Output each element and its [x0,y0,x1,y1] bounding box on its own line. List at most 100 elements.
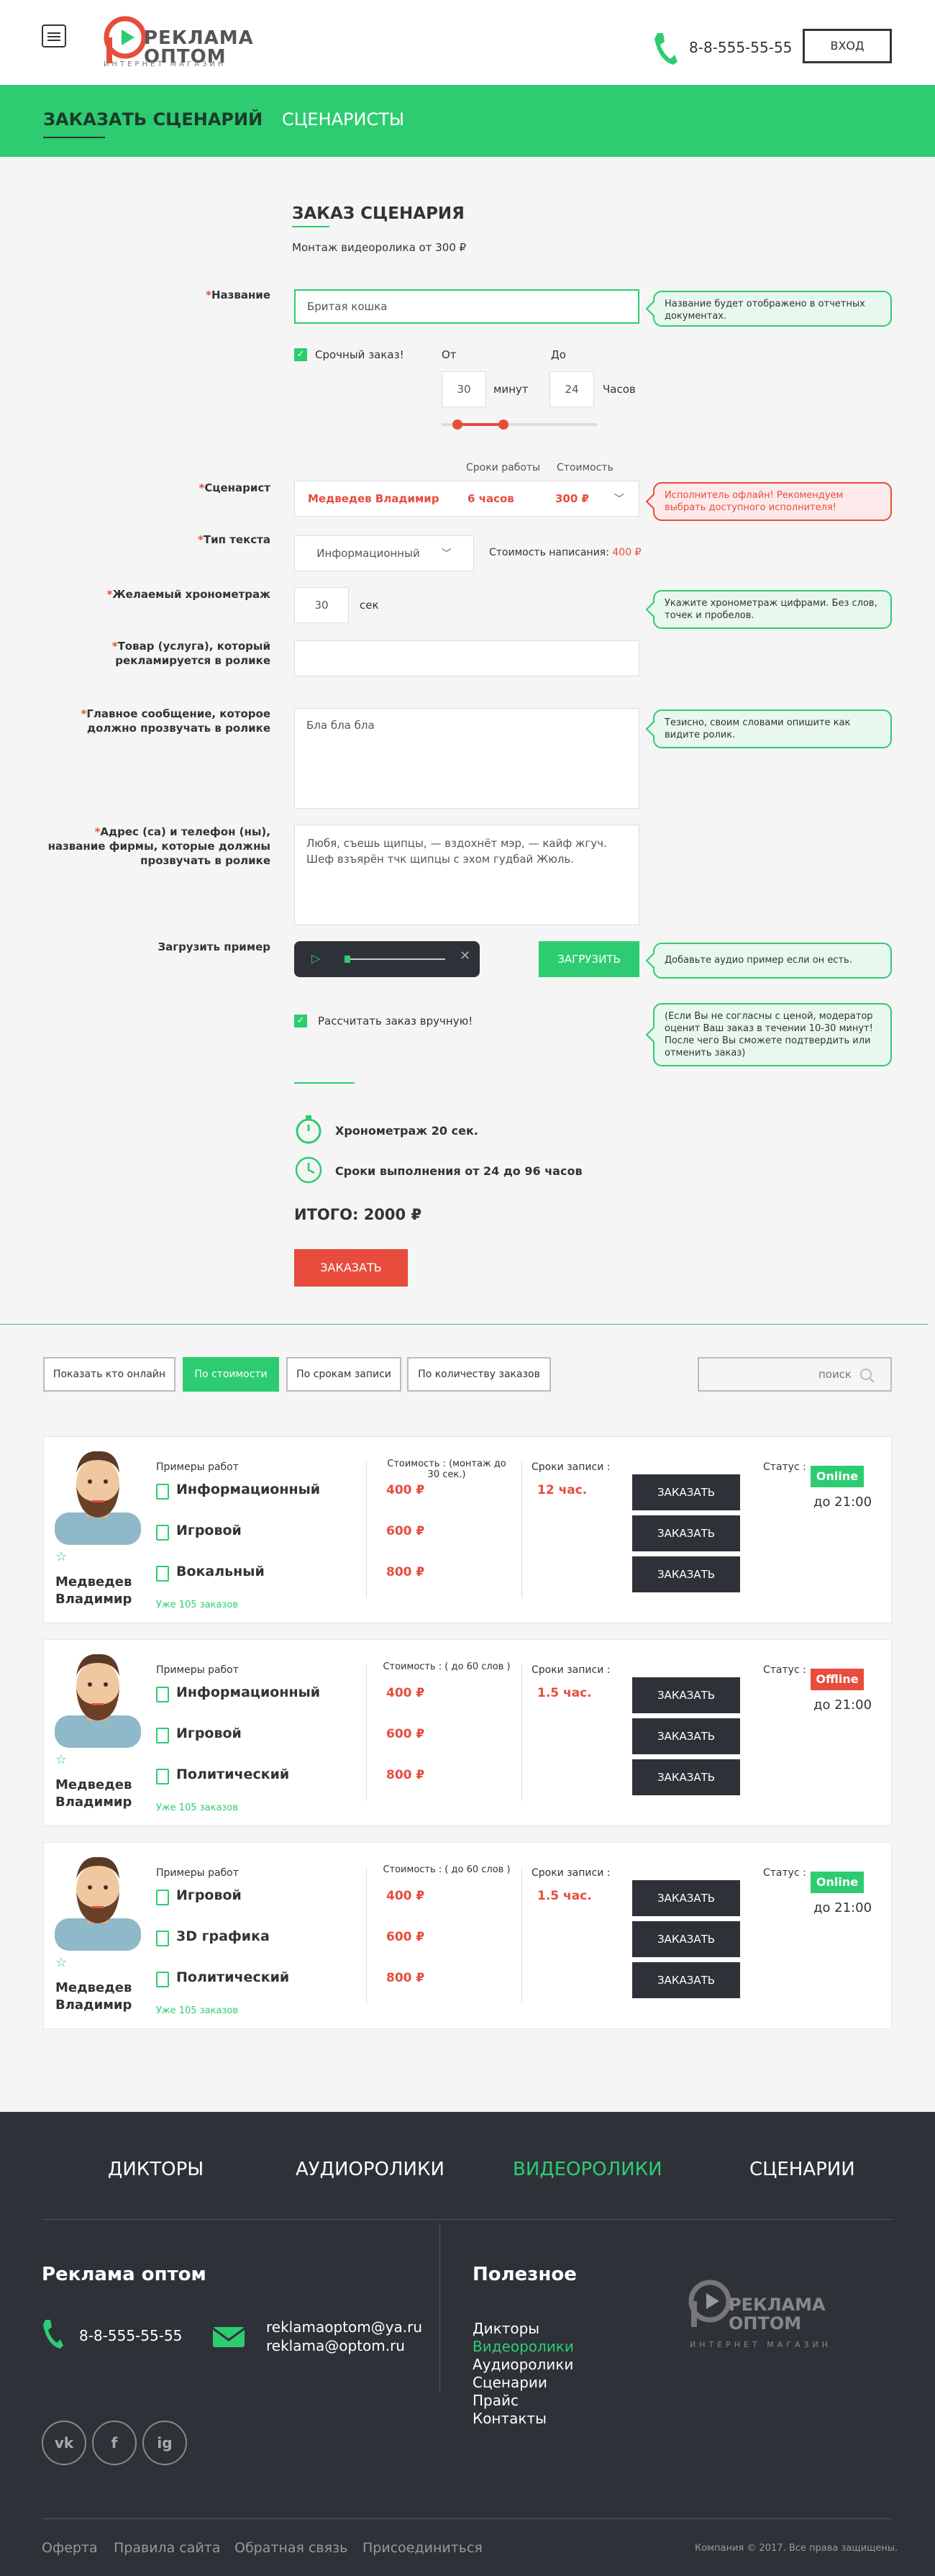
example-item[interactable]: Информационный [156,1482,320,1500]
total: ИТОГО: 2000 ₽ [294,1206,422,1223]
star-icon[interactable]: ☆ [55,1955,67,1970]
footer-nav-scripts[interactable]: СЦЕНАРИИ [749,2159,855,2180]
slider-handle-min[interactable] [452,419,462,430]
status-badge: Online [811,1466,864,1487]
useful-link[interactable]: Дикторы [473,2320,574,2338]
filter-terms[interactable]: По срокам записи [286,1357,401,1392]
card-order-button[interactable]: ЗАКАЗАТЬ [632,1718,740,1754]
filter-orders[interactable]: По количеству заказов [407,1357,551,1392]
card-order-button[interactable]: ЗАКАЗАТЬ [632,1759,740,1795]
column-divider [366,1461,367,1598]
example-item[interactable]: Игровой [156,1725,242,1743]
star-icon[interactable]: ☆ [55,1752,67,1767]
writer-card: ☆ Медведев Владимир Примеры работ Игровой 40… [43,1842,892,2029]
header-phone[interactable]: 8-8-555-55-55 [689,39,792,56]
facebook-icon[interactable]: f [92,2421,137,2465]
useful-title: Полезное [473,2264,577,2285]
duration-tip: Укажите хронометраж цифрами. Без слов, т… [653,590,892,629]
avatar [55,1451,141,1545]
product-input[interactable] [294,640,639,676]
search-input[interactable] [706,1364,852,1384]
urgent-checkbox[interactable]: ✓ [294,348,307,361]
example-item[interactable]: 3D графика [156,1928,270,1946]
to-input[interactable]: 24 [549,371,594,407]
footer-link-join[interactable]: Присоединиться [362,2540,483,2556]
card-order-button[interactable]: ЗАКАЗАТЬ [632,1556,740,1592]
search-icon[interactable] [859,1367,876,1384]
tab-order-script[interactable]: ЗАКАЗАТЬ СЦЕНАРИЙ [43,109,263,130]
instagram-icon[interactable]: ig [142,2421,187,2465]
menu-icon[interactable] [42,24,66,47]
audio-progress-handle[interactable] [345,956,350,963]
footer-logo-text: РЕКЛАМА ОПТОМ [729,2295,826,2334]
writer-name: Медведев Владимир [55,1980,132,2013]
footer-nav-speakers[interactable]: ДИКТОРЫ [108,2159,204,2180]
login-button[interactable]: ВХОД [803,29,892,63]
play-icon[interactable]: ▷ [311,951,320,965]
example-item[interactable]: Политический [156,1767,289,1784]
audio-player[interactable]: ▷ ✕ [294,941,480,977]
name-tip: Название будет отображено в отчетных док… [653,291,892,327]
footer-nav-audio[interactable]: АУДИОРОЛИКИ [296,2159,444,2180]
message-textarea[interactable]: Бла бла бла [294,708,639,809]
example-item[interactable]: Политический [156,1969,289,1987]
logo[interactable]: РЕКЛАМА ОПТОМ ИНТЕРНЕТ МАГАЗИН [102,10,253,75]
card-order-button[interactable]: ЗАКАЗАТЬ [632,1515,740,1551]
example-item[interactable]: Игровой [156,1887,242,1905]
footer-email-2[interactable]: reklama@optom.ru [266,2337,405,2354]
terms-value: 1.5 час. [537,1889,592,1903]
type-select[interactable]: Информационный ﹀ [294,535,474,571]
order-button[interactable]: ЗАКАЗАТЬ [294,1249,408,1287]
manual-checkbox[interactable]: ✓ [294,1015,307,1028]
footer-nav-video[interactable]: ВИДЕОРОЛИКИ [513,2159,662,2180]
example-item[interactable]: Игровой [156,1523,242,1541]
star-icon[interactable]: ☆ [55,1549,67,1564]
filter-online[interactable]: Показать кто онлайн [43,1357,175,1392]
filter-price[interactable]: По стоимости [183,1357,279,1392]
manual-tip: (Если Вы не согласны с ценой, модератор … [653,1003,892,1066]
slider-handle-max[interactable] [498,419,509,430]
footer-phone[interactable]: 8-8-555-55-55 [79,2327,182,2344]
vk-icon[interactable]: vk [42,2421,86,2465]
search-box[interactable] [698,1357,892,1392]
footer-link-feedback[interactable]: Обратная связь [234,2540,347,2556]
to-label: До [551,348,566,361]
section-divider [0,1324,928,1325]
footer-link-offer[interactable]: Оферта [42,2540,98,2556]
status-label: Статус : [763,1461,806,1473]
writer-select[interactable]: Медведев Владимир 6 часов 300 ₽ ﹀ [294,481,639,517]
card-order-button[interactable]: ЗАКАЗАТЬ [632,1880,740,1916]
audio-progress[interactable] [345,958,445,960]
examples-label: Примеры работ [156,1664,239,1676]
chevron-down-icon: ﹀ [614,494,624,505]
column-divider [521,1867,522,2004]
from-input[interactable]: 30 [442,371,486,407]
duration-input[interactable]: 30 [294,587,349,623]
phone-icon [653,32,678,71]
useful-link[interactable]: Контакты [473,2410,574,2428]
summary-terms: Сроки выполнения от 24 до 96 часов [335,1164,583,1178]
tab-writers[interactable]: СЦЕНАРИСТЫ [282,109,404,130]
useful-link[interactable]: Сценарии [473,2374,574,2392]
time-slider[interactable] [442,419,597,430]
name-input[interactable]: Бритая кошка [294,289,639,324]
card-order-button[interactable]: ЗАКАЗАТЬ [632,1474,740,1510]
column-divider [521,1664,522,1801]
footer-email-1[interactable]: reklamaoptom@ya.ru [266,2318,422,2336]
footer-link-rules[interactable]: Правила сайта [114,2540,221,2556]
close-icon[interactable]: ✕ [460,948,470,963]
useful-link[interactable]: Прайс [473,2392,574,2410]
card-order-button[interactable]: ЗАКАЗАТЬ [632,1962,740,1998]
example-item[interactable]: Информационный [156,1684,320,1702]
card-order-button[interactable]: ЗАКАЗАТЬ [632,1677,740,1713]
example-item[interactable]: Вокальный [156,1564,265,1582]
useful-link[interactable]: Видеоролики [473,2338,574,2356]
address-textarea[interactable]: Любя, съешь щипцы, — вздохнёт мэр, — кай… [294,825,639,925]
orders-count: Уже 105 заказов [156,2005,238,2016]
card-order-button[interactable]: ЗАКАЗАТЬ [632,1921,740,1957]
from-unit: минут [493,383,529,396]
upload-button[interactable]: ЗАГРУЗИТЬ [539,941,639,977]
writer-card: ☆ Медведев Владимир Примеры работ Информаци… [43,1436,892,1623]
footer-logo[interactable]: РЕКЛАМА ОПТОМ ИНТЕРНЕТ МАГАЗИН [687,2274,874,2367]
useful-link[interactable]: Аудиоролики [473,2356,574,2374]
